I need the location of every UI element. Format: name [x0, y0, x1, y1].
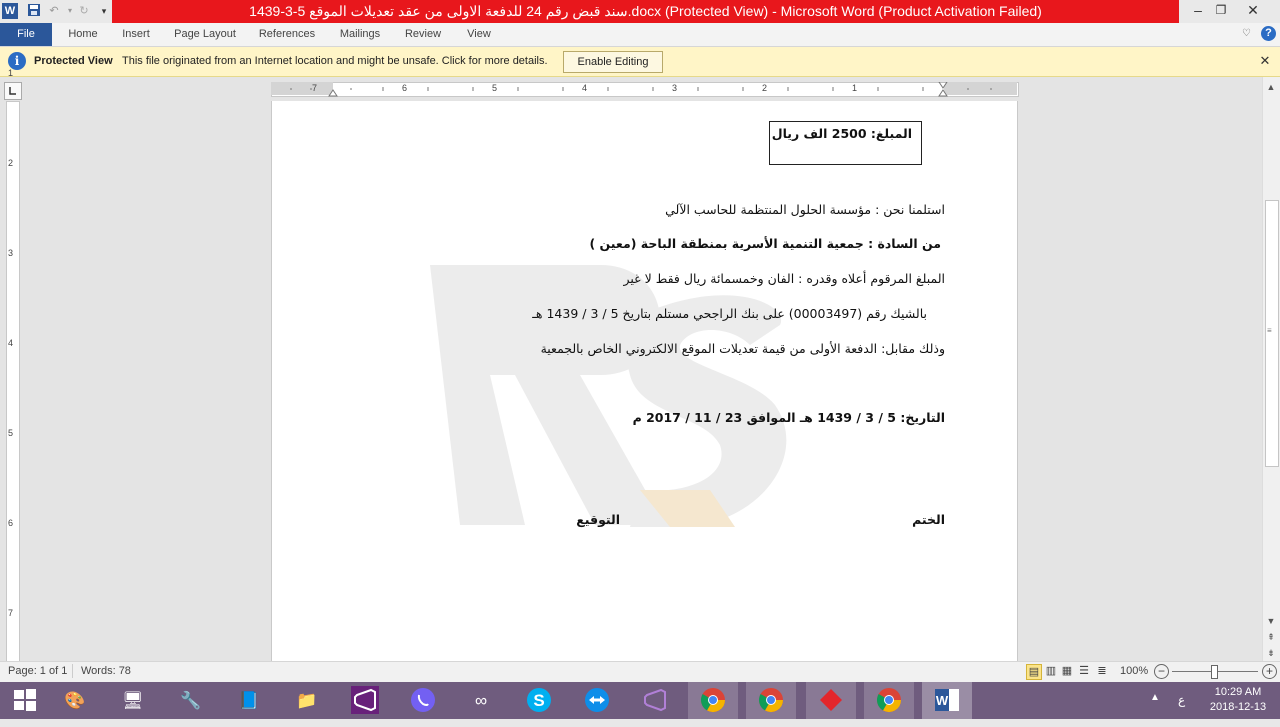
- tab-page-layout[interactable]: Page Layout: [168, 23, 242, 46]
- doc-line-sirs: من السادة : جمعية التنمية الأسرية بمنطقة…: [589, 236, 941, 251]
- ruler-number: 3: [672, 83, 678, 93]
- protected-view-title: Protected View: [34, 55, 113, 67]
- stamp-label: الختم: [912, 512, 945, 527]
- ruler-number: 7: [8, 608, 14, 618]
- ruler-ticks: [290, 82, 992, 97]
- ruler-number: 1: [852, 83, 858, 93]
- save-icon[interactable]: [26, 3, 42, 19]
- vertical-ruler[interactable]: [6, 101, 20, 663]
- notebook-app-icon[interactable]: 📘: [224, 682, 274, 719]
- customize-toolbar-icon[interactable]: ▾: [96, 3, 112, 19]
- doc-line-purpose: وذلك مقابل: الدفعة الأولى من قيمة تعديلا…: [540, 341, 945, 356]
- close-button[interactable]: ✕: [1237, 0, 1269, 23]
- chrome-3-icon[interactable]: [864, 682, 914, 719]
- chrome-icon[interactable]: [688, 682, 738, 719]
- clock-date: 2018-12-13: [1209, 701, 1267, 713]
- network-app-icon[interactable]: 🖥: [108, 682, 158, 719]
- red-diamond-app-icon[interactable]: [806, 682, 856, 719]
- word-count[interactable]: Words: 78: [81, 665, 131, 677]
- previous-page-icon[interactable]: ⇞: [1264, 630, 1278, 644]
- visual-studio-2-icon[interactable]: [630, 682, 680, 719]
- word-taskbar-icon[interactable]: W: [922, 682, 972, 719]
- ribbon-collapse-icon[interactable]: ♡: [1242, 28, 1251, 39]
- viber-icon[interactable]: [398, 682, 448, 719]
- doc-line-received-from: استلمنا نحن : مؤسسة الحلول المنتظمة للحا…: [665, 202, 945, 217]
- next-page-icon[interactable]: ⇟: [1264, 646, 1278, 660]
- ruler-number: 4: [8, 338, 14, 348]
- tab-view[interactable]: View: [458, 23, 500, 46]
- doc-line-date: التاريخ: 5 / 3 / 1439 هـ الموافق 23 / 11…: [632, 410, 945, 425]
- doc-line-cheque: بالشيك رقم (00003497) على بنك الراجحي مس…: [532, 306, 927, 321]
- svg-text:S: S: [533, 691, 544, 710]
- zoom-slider-thumb[interactable]: [1211, 665, 1218, 679]
- ruler-number: 3: [8, 248, 14, 258]
- zoom-in-icon[interactable]: +: [1262, 664, 1277, 679]
- undo-icon[interactable]: ↶: [46, 3, 62, 19]
- ruler-number: 1: [8, 68, 14, 78]
- close-bar-icon[interactable]: ✕: [1257, 53, 1273, 69]
- tab-selector[interactable]: [4, 82, 22, 100]
- tab-mailings[interactable]: Mailings: [331, 23, 389, 46]
- outline-icon[interactable]: ☰: [1077, 664, 1091, 678]
- clock-time: 10:29 AM: [1214, 686, 1262, 698]
- web-layout-icon[interactable]: ▦: [1060, 664, 1074, 678]
- tab-file[interactable]: File: [0, 23, 52, 46]
- scroll-grip-icon: ≡: [1267, 326, 1272, 335]
- infinity-app-icon[interactable]: ∞: [456, 682, 506, 719]
- tab-insert[interactable]: Insert: [114, 23, 158, 46]
- paint-app-icon[interactable]: 🎨: [50, 682, 100, 719]
- draft-icon[interactable]: ≣: [1095, 664, 1109, 678]
- word-app-icon[interactable]: W: [2, 3, 18, 19]
- signature-label: التوقيع: [576, 512, 620, 527]
- ruler-number: 6: [402, 83, 408, 93]
- svg-text:W: W: [936, 693, 949, 708]
- scroll-down-icon[interactable]: ▼: [1264, 614, 1278, 628]
- tray-expand-icon[interactable]: ▲: [1150, 692, 1160, 703]
- ruler-number: 2: [762, 83, 768, 93]
- ruler-number: 5: [8, 428, 14, 438]
- amount-text: المبلغ: 2500 الف ريال: [771, 126, 912, 141]
- tab-references[interactable]: References: [252, 23, 322, 46]
- tools-app-icon[interactable]: 🔧: [166, 682, 216, 719]
- full-screen-reading-icon[interactable]: ▥: [1044, 664, 1058, 678]
- scroll-up-icon[interactable]: ▲: [1264, 80, 1278, 94]
- skype-icon[interactable]: S: [514, 682, 564, 719]
- zoom-out-icon[interactable]: −: [1154, 664, 1169, 679]
- protected-view-message[interactable]: This file originated from an Internet lo…: [122, 55, 548, 67]
- doc-line-amount-words: المبلغ المرقوم أعلاه وقدره : الفان وخمسم…: [623, 271, 945, 286]
- ruler-number: 5: [492, 83, 498, 93]
- chrome-2-icon[interactable]: [746, 682, 796, 719]
- tab-home[interactable]: Home: [60, 23, 106, 46]
- ruler-number: 7: [312, 83, 318, 93]
- print-layout-icon[interactable]: ▤: [1026, 664, 1042, 680]
- input-language[interactable]: ع: [1178, 693, 1185, 707]
- ruler-number: 4: [582, 83, 588, 93]
- zoom-level[interactable]: 100%: [1120, 665, 1148, 677]
- help-icon[interactable]: ?: [1261, 26, 1276, 41]
- ruler-number: 6: [8, 518, 14, 528]
- enable-editing-button[interactable]: Enable Editing: [563, 51, 663, 73]
- restore-button[interactable]: ❐: [1205, 0, 1237, 23]
- file-explorer-icon[interactable]: 📁: [282, 682, 332, 719]
- teamviewer-icon[interactable]: [572, 682, 622, 719]
- start-button[interactable]: [0, 682, 50, 719]
- tab-review[interactable]: Review: [398, 23, 448, 46]
- taskbar-clock[interactable]: 10:29 AM 2018-12-13: [1200, 685, 1276, 715]
- status-divider: [72, 664, 73, 678]
- page-count[interactable]: Page: 1 of 1: [8, 665, 67, 677]
- ruler-number: 2: [8, 158, 14, 168]
- window-title: سند قبض رقم 24 للدفعة الاولى من عقد تعدي…: [249, 3, 1042, 19]
- visual-studio-icon[interactable]: [340, 682, 390, 719]
- redo-icon[interactable]: ↻: [76, 3, 92, 19]
